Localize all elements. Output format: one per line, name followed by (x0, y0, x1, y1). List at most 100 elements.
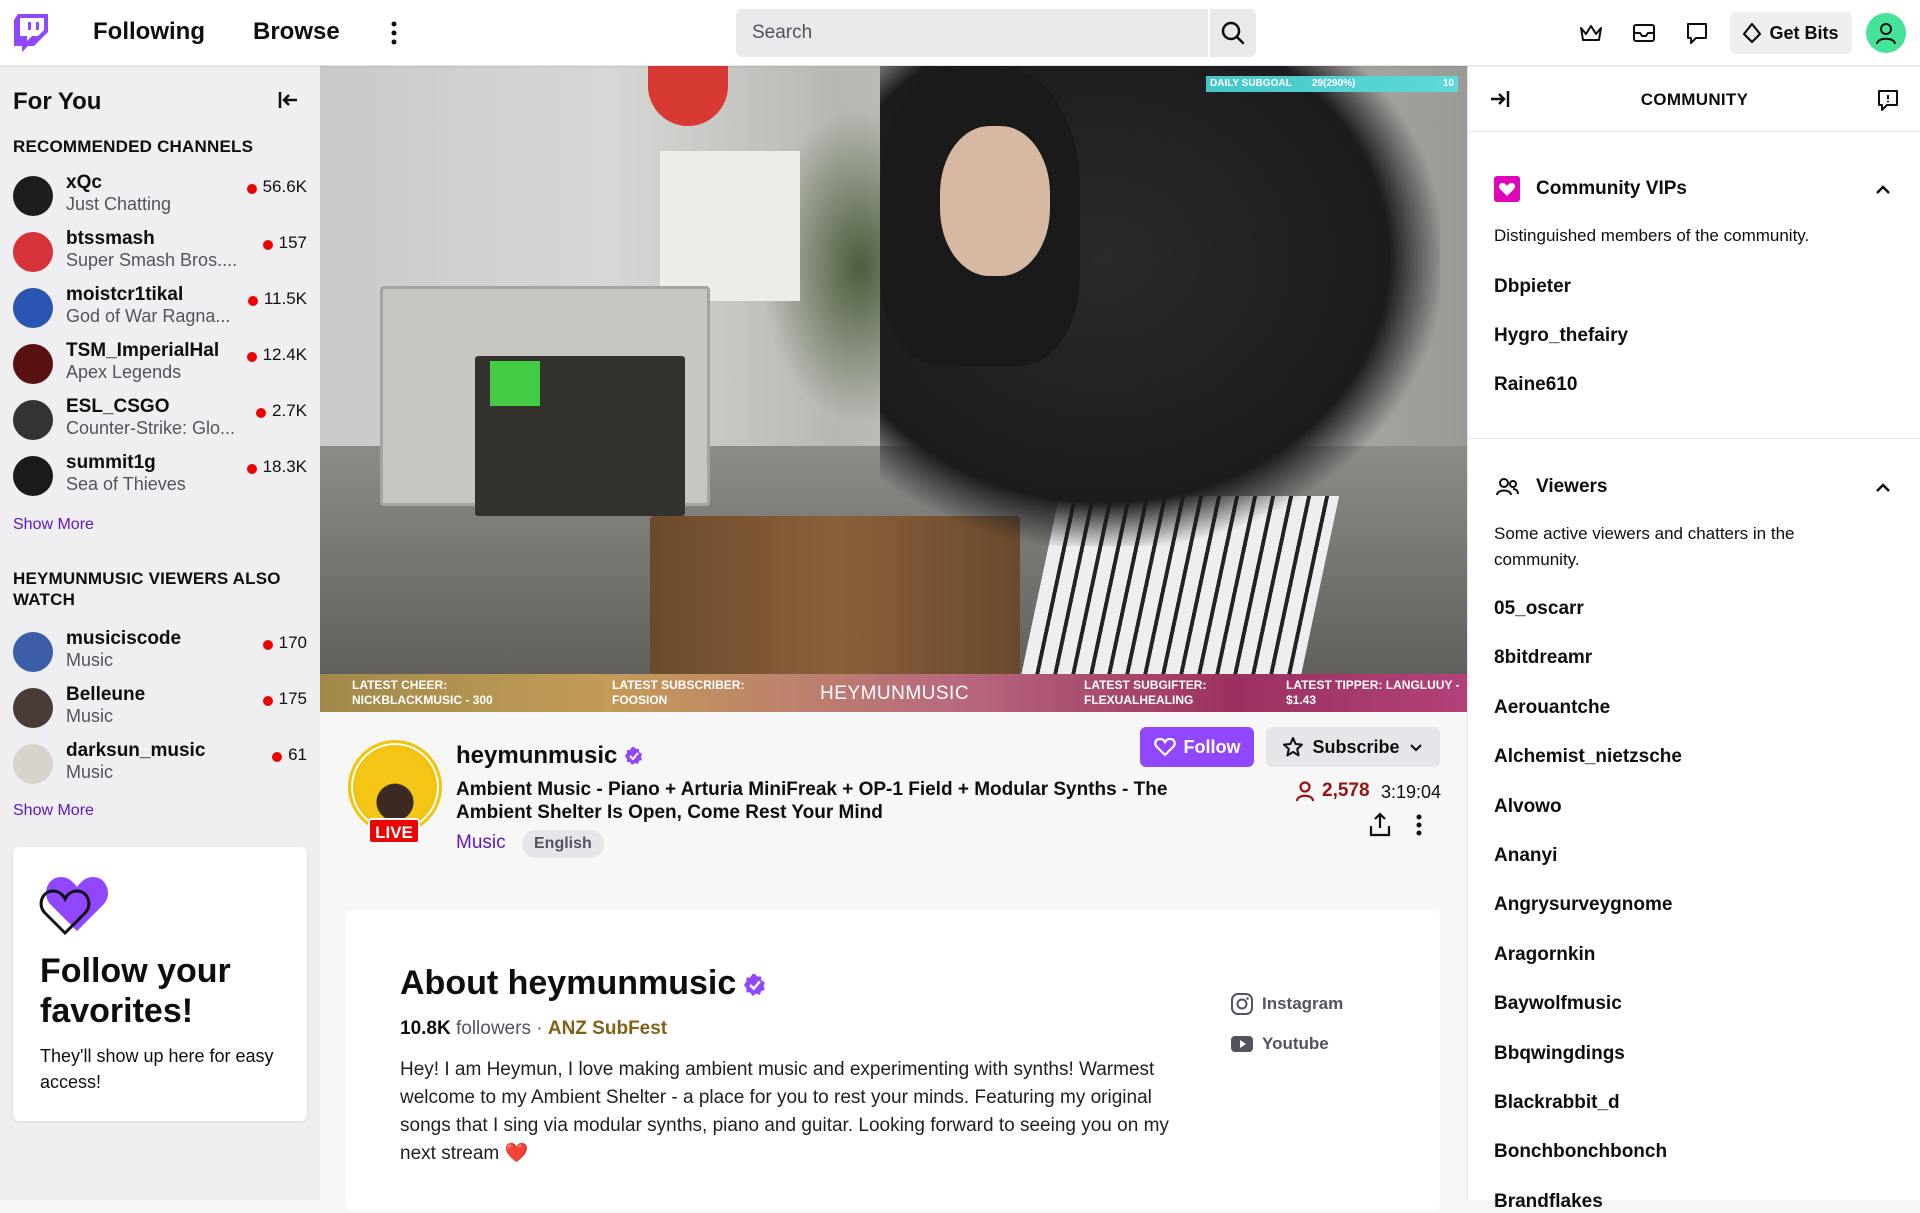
viewers-icon (1494, 474, 1520, 500)
community-user[interactable]: Aragornkin (1494, 944, 1595, 966)
about-title: About heymunmusic (400, 964, 766, 1003)
live-dot-icon (246, 464, 257, 474)
channel-category: God of War Ragna... (66, 306, 231, 326)
language-tag[interactable]: English (522, 830, 604, 858)
verified-icon (625, 744, 643, 765)
community-user[interactable]: Blackrabbit_d (1494, 1092, 1620, 1114)
channel-avatar (13, 744, 53, 784)
chevron-down-icon (1409, 744, 1422, 752)
stream-title: Ambient Music - Piano + Arturia MiniFrea… (456, 779, 1168, 823)
channel-item[interactable]: moistcr1tikal God of War Ragna... 11.5K (0, 280, 320, 336)
youtube-link[interactable]: Youtube (1230, 1032, 1329, 1056)
live-dot-icon (246, 184, 257, 194)
channel-viewers: 170 (278, 633, 307, 652)
community-user[interactable]: Aerouantche (1494, 697, 1610, 719)
sidebar-title: For You (13, 88, 102, 115)
chevron-up-icon[interactable] (1872, 477, 1894, 499)
live-dot-icon (262, 696, 273, 706)
vips-title: Community VIPs (1536, 178, 1687, 199)
user-avatar[interactable] (1866, 13, 1906, 53)
latest-cheer-label: LATEST CHEER: (352, 678, 448, 692)
instagram-link[interactable]: Instagram (1230, 992, 1343, 1016)
chevron-up-icon[interactable] (1872, 179, 1894, 201)
channel-viewers: 11.5K (263, 289, 307, 308)
promo-title: Follow your favorites! (40, 952, 231, 1030)
channel-item[interactable]: musiciscode Music 170 (0, 624, 320, 680)
latest-tipper-value: $1.43 (1286, 693, 1317, 707)
followers-count: 10.8K (400, 1018, 451, 1039)
channel-item[interactable]: summit1g Sea of Thieves 18.3K (0, 448, 320, 504)
live-dot-icon (272, 752, 283, 762)
channel-category: Super Smash Bros.... (66, 250, 238, 270)
channel-item[interactable]: ESL_CSGO Counter-Strike: Glo... 2.7K (0, 392, 320, 448)
latest-gifter-value: FLEXUALHEALING (1084, 693, 1194, 707)
nav-browse[interactable]: Browse (253, 18, 340, 46)
channel-name: musiciscode (66, 628, 182, 649)
follow-promo-card: Follow your favorites! They'll show up h… (13, 847, 307, 1121)
live-dot-icon (256, 408, 267, 418)
heart-icon (1153, 737, 1176, 757)
community-user[interactable]: Hygro_thefairy (1494, 325, 1628, 347)
community-user[interactable]: 05_oscarr (1494, 598, 1584, 620)
community-user[interactable]: Raine610 (1494, 374, 1577, 396)
community-user[interactable]: 8bitdreamr (1494, 647, 1592, 669)
channel-item[interactable]: Belleune Music 175 (0, 680, 320, 736)
live-badge: LIVE (368, 818, 420, 844)
more-vertical-icon[interactable] (386, 18, 402, 48)
community-user[interactable]: Angrysurveygnome (1494, 894, 1672, 916)
community-user[interactable]: Alchemist_nietzsche (1494, 746, 1682, 768)
category-link[interactable]: Music (456, 832, 506, 854)
goal-target: 10 (1442, 78, 1454, 89)
community-user[interactable]: Baywolfmusic (1494, 993, 1622, 1015)
channel-item[interactable]: btssmash Super Smash Bros.... 157 (0, 224, 320, 280)
community-user[interactable]: Alvowo (1494, 796, 1562, 818)
channel-item[interactable]: TSM_ImperialHal Apex Legends 12.4K (0, 336, 320, 392)
stream-overlay-bar: LATEST CHEER: NICKBLACKMUSIC - 300 LATES… (320, 674, 1467, 712)
search-icon (1221, 21, 1245, 45)
user-icon (1876, 23, 1896, 45)
follow-button[interactable]: Follow (1140, 727, 1254, 767)
twitch-logo-icon[interactable] (14, 14, 50, 52)
channel-item[interactable]: darksun_music Music 61 (0, 736, 320, 792)
share-icon[interactable] (1368, 812, 1392, 838)
channel-viewers: 56.6K (262, 177, 307, 196)
follow-label: Follow (1183, 736, 1241, 757)
channel-viewers: 18.3K (262, 457, 307, 476)
community-user[interactable]: Brandflakes (1494, 1191, 1603, 1213)
channel-item[interactable]: xQc Just Chatting 56.6K (0, 168, 320, 224)
show-more-link[interactable]: Show More (13, 516, 94, 534)
live-dot-icon (247, 296, 258, 306)
get-bits-button[interactable]: Get Bits (1730, 12, 1852, 54)
latest-gifter-label: LATEST SUBGIFTER: (1084, 678, 1207, 692)
show-more-link-2[interactable]: Show More (13, 802, 94, 820)
team-link[interactable]: ANZ SubFest (548, 1018, 667, 1039)
community-user[interactable]: Bbqwingdings (1494, 1043, 1625, 1065)
stream-uptime: 3:19:04 (1381, 782, 1442, 802)
community-user[interactable]: Dbpieter (1494, 276, 1571, 298)
community-user[interactable]: Ananyi (1494, 845, 1557, 867)
search-input[interactable] (736, 9, 1208, 57)
collapse-sidebar-icon[interactable] (276, 88, 300, 112)
inbox-icon[interactable] (1631, 20, 1657, 46)
whispers-icon[interactable] (1684, 20, 1710, 46)
about-title-text: About heymunmusic (400, 964, 737, 1002)
bits-icon (1743, 23, 1762, 43)
crown-icon[interactable] (1578, 20, 1604, 46)
video-player[interactable]: DAILY SUBGOAL 29(290%) 10 LATEST CHEER: … (320, 66, 1467, 712)
about-panel: About heymunmusic 10.8K followers · ANZ … (346, 910, 1440, 1210)
channel-name: TSM_ImperialHal (66, 340, 220, 361)
nav-following[interactable]: Following (93, 18, 205, 46)
channel-name[interactable]: heymunmusic (456, 742, 617, 769)
community-user[interactable]: Bonchbonchbonch (1494, 1141, 1667, 1163)
viewer-count-value: 2,578 (1322, 780, 1370, 801)
community-title: COMMUNITY (1640, 90, 1749, 109)
also-watch-heading: HEYMUNMUSIC VIEWERS ALSO WATCH (13, 569, 281, 609)
channel-avatar (13, 232, 53, 272)
vip-icon (1494, 176, 1520, 202)
subscribe-button[interactable]: Subscribe (1266, 727, 1440, 767)
chat-icon[interactable] (1876, 88, 1900, 112)
more-options-icon[interactable] (1411, 812, 1427, 838)
search-button[interactable] (1210, 9, 1256, 57)
channel-avatar (13, 632, 53, 672)
goal-label: DAILY SUBGOAL (1210, 78, 1292, 89)
